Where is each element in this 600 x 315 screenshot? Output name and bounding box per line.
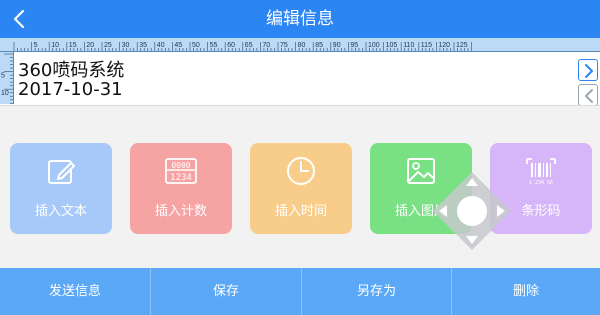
edit-icon [48, 160, 75, 184]
save-as-button[interactable]: 另存为 [302, 268, 451, 315]
ruler-label: 10 [1, 90, 9, 97]
insert-counter-button[interactable]: 0000 1234 插入计数 [130, 143, 232, 234]
ruler-label: 50 [192, 42, 200, 49]
ruler-label: 5 [1, 73, 5, 80]
insert-time-label: 插入时间 [274, 204, 327, 219]
ruler-label: 90 [333, 42, 341, 49]
insert-counter-label: 插入计数 [154, 204, 207, 219]
ruler-label: 115 [421, 42, 432, 49]
counter-icon-top-text: 0000 [171, 161, 190, 170]
ruler-label: 110 [403, 42, 414, 49]
ruler-label: 100 [368, 42, 380, 49]
ruler-label: 105 [386, 42, 398, 49]
joystick-knob[interactable] [457, 196, 487, 226]
counter-icon: 0000 1234 [165, 158, 197, 184]
ruler-label: 45 [174, 42, 182, 49]
page-title: 编辑信息 [266, 9, 334, 29]
counter-icon-bottom-text: 1234 [170, 173, 192, 183]
next-button[interactable] [578, 59, 598, 81]
delete-button[interactable]: 删除 [452, 268, 600, 315]
save-button[interactable]: 保存 [151, 268, 301, 315]
ruler-label: 65 [245, 42, 253, 49]
bottom-action-bar: 发送信息 保存 另存为 删除 [0, 268, 600, 315]
ruler-label: 15 [69, 42, 77, 49]
ruler-label: 125 [456, 42, 468, 49]
ruler-label: 85 [315, 42, 323, 49]
chevron-left-icon [585, 89, 593, 103]
ruler-label: 55 [210, 42, 218, 49]
ruler-label: 35 [139, 42, 147, 49]
ruler-label: 60 [227, 42, 235, 49]
ruler-label: 95 [350, 42, 358, 49]
ruler-label: 75 [280, 42, 288, 49]
barcode-icon-text: 1 234 56 [529, 180, 553, 186]
ruler-label: 20 [86, 42, 94, 49]
editor-canvas[interactable]: 360喷码系统 2017-10-31 [14, 52, 574, 104]
barcode-icon: 1 234 56 [526, 158, 556, 186]
ruler-label: 10 [51, 42, 59, 49]
direction-joystick[interactable] [431, 170, 513, 252]
vertical-ruler: 5 10 [0, 52, 14, 104]
clock-icon [287, 157, 315, 185]
horizontal-ruler: 5 10 15 20 25 30 35 40 45 50 55 60 65 70 75 80 85 90 95 100… [0, 38, 600, 52]
ruler-label: 80 [298, 42, 306, 49]
send-button[interactable]: 发送信息 [0, 268, 150, 315]
previous-button[interactable] [578, 84, 598, 106]
ruler-label: 5 [34, 42, 38, 49]
insert-time-button[interactable]: 插入时间 [250, 143, 352, 234]
ruler-label: 120 [438, 42, 450, 49]
ruler-label: 25 [104, 42, 112, 49]
ruler-label: 30 [122, 42, 130, 49]
insert-text-button[interactable]: 插入文本 [10, 143, 112, 234]
chevron-right-icon [585, 64, 593, 78]
ruler-label: 70 [262, 42, 270, 49]
header-bar: 编辑信息 [0, 0, 600, 38]
insert-text-label: 插入文本 [34, 204, 87, 219]
ruler-label: 40 [157, 42, 165, 49]
editor-text-line-2[interactable]: 2017-10-31 [18, 79, 123, 100]
